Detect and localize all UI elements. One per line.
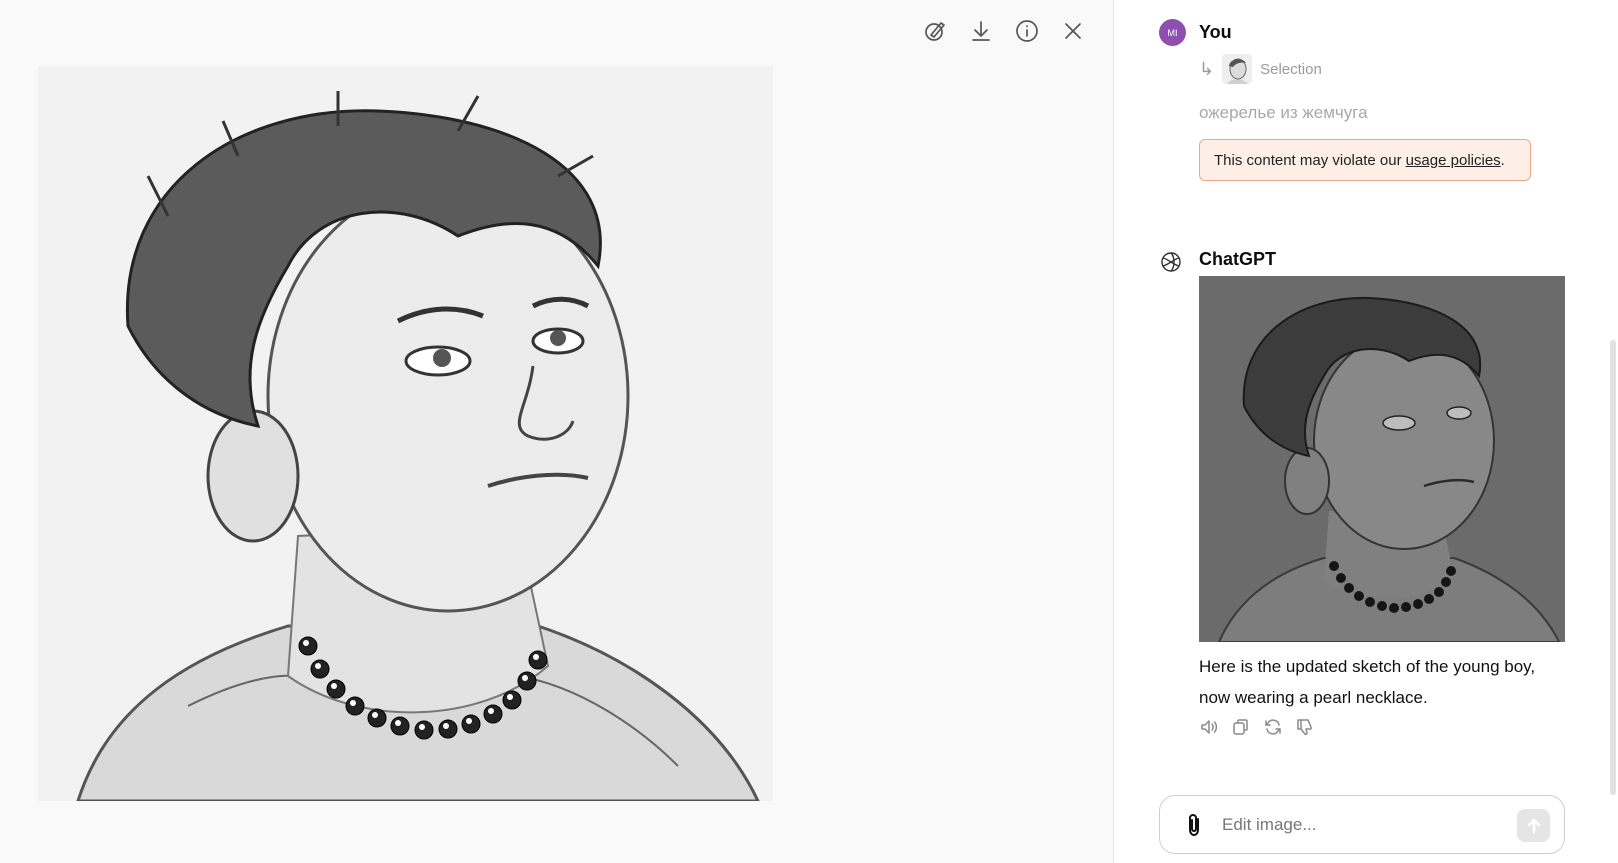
selection-label: Selection <box>1260 60 1322 78</box>
regenerate-button[interactable] <box>1263 717 1283 737</box>
edit-image-composer <box>1159 795 1565 854</box>
warning-text: This content may violate our <box>1214 151 1402 169</box>
image-viewer <box>0 0 1113 863</box>
download-button[interactable] <box>964 14 998 48</box>
arrow-up-icon <box>1527 818 1540 833</box>
chat-scrollbar[interactable] <box>1610 340 1616 795</box>
read-aloud-icon <box>1201 720 1218 734</box>
user-author-name: You <box>1199 22 1232 42</box>
close-button[interactable] <box>1056 14 1090 48</box>
edit-selection-icon <box>925 22 945 41</box>
content-policy-warning: This content may violate our usage polic… <box>1199 139 1531 181</box>
edit-image-input[interactable] <box>1220 810 1494 840</box>
generated-image-thumbnail[interactable] <box>1199 276 1565 642</box>
image-toolbar <box>918 14 1090 48</box>
avatar: MI <box>1159 19 1186 46</box>
info-button[interactable] <box>1010 14 1044 48</box>
thumbs-down-button[interactable] <box>1295 717 1315 737</box>
bot-author-name: ChatGPT <box>1199 249 1277 269</box>
send-button[interactable] <box>1517 809 1550 842</box>
message-actions <box>1199 717 1315 737</box>
info-icon <box>1016 20 1038 42</box>
regenerate-icon <box>1265 719 1281 735</box>
copy-button[interactable] <box>1231 717 1251 737</box>
chatgpt-logo-icon <box>1159 250 1183 274</box>
user-message-text: ожерелье из жемчуга <box>1199 103 1368 122</box>
main-image-sketch-boy <box>38 66 773 801</box>
paperclip-icon <box>1189 813 1199 837</box>
selection-thumbnail <box>1222 54 1253 84</box>
usage-policies-link[interactable]: usage policies <box>1406 152 1501 169</box>
close-icon <box>1065 23 1081 39</box>
read-aloud-button[interactable] <box>1199 717 1219 737</box>
thumbs-down-icon <box>1297 719 1312 736</box>
copy-icon <box>1233 719 1248 735</box>
warning-period: . <box>1500 151 1505 169</box>
download-icon <box>972 21 990 41</box>
selection-reference: ↳ Selection <box>1199 54 1322 84</box>
reply-arrow-icon: ↳ <box>1199 58 1215 79</box>
bot-message-text: Here is the updated sketch of the young … <box>1199 657 1536 707</box>
attach-button[interactable] <box>1182 812 1206 838</box>
edit-selection-button[interactable] <box>918 14 952 48</box>
